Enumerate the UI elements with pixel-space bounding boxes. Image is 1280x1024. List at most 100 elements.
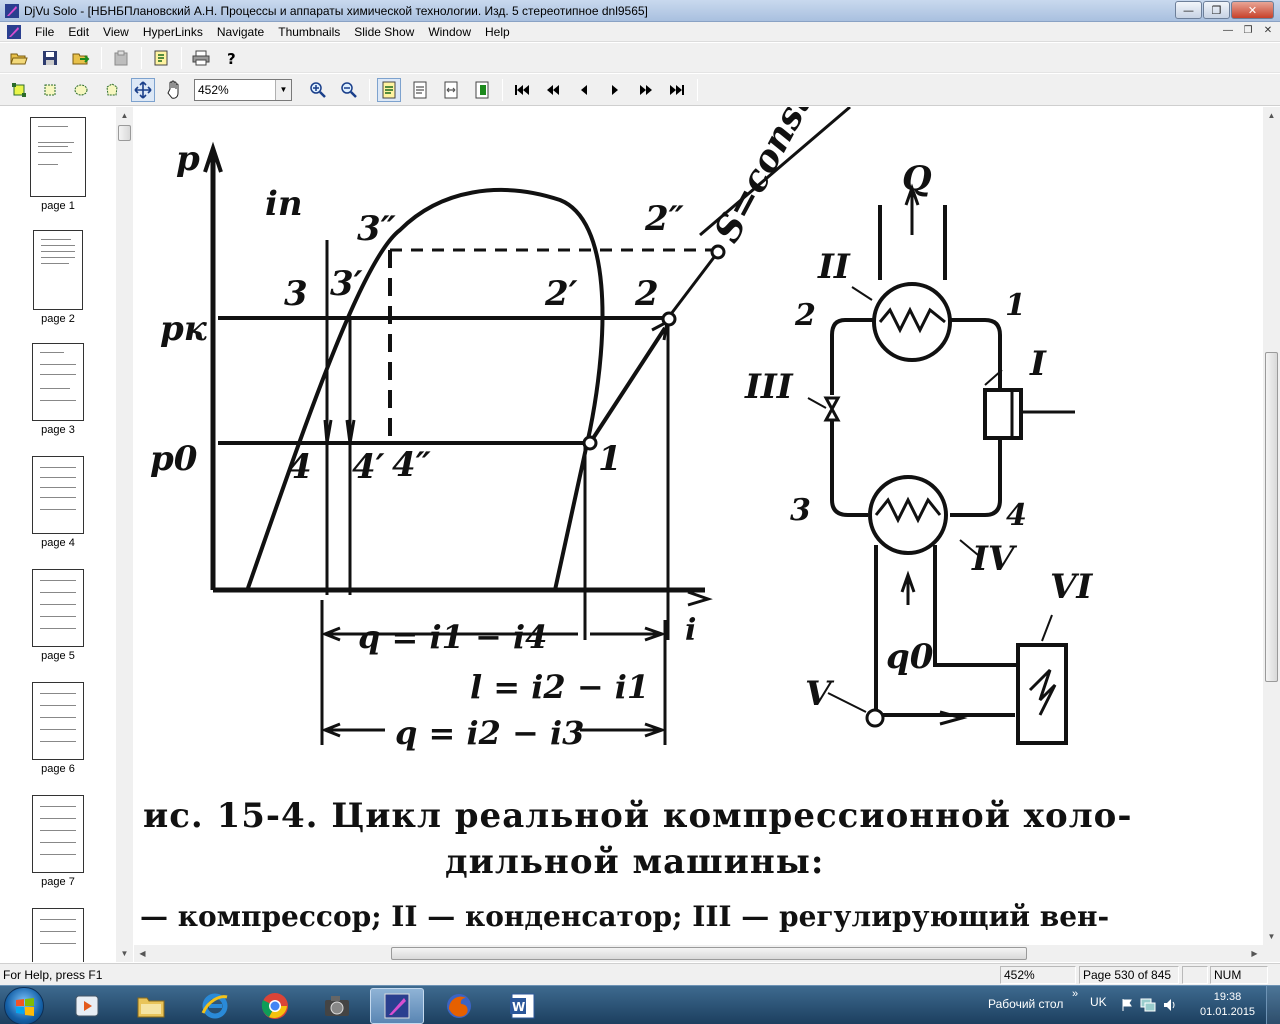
print-button[interactable] [189,46,213,70]
navigation-toolbar: 452% ▼ [0,74,1280,106]
menu-hyperlinks[interactable]: HyperLinks [136,25,210,39]
scroll-thumb[interactable] [1265,352,1278,682]
page-thumbnail[interactable] [30,117,86,197]
close-button[interactable]: ✕ [1231,1,1274,19]
thumbnail-item[interactable]: page 1 [0,117,116,212]
toolbar-chevron-icon[interactable]: » [1072,988,1078,1024]
maximize-button[interactable]: ❐ [1203,1,1230,19]
clock-time: 19:38 [1213,991,1242,1003]
document-horizontal-scrollbar[interactable]: ◀ ▶ [134,945,1263,962]
page-properties-button[interactable] [470,78,494,102]
scroll-thumb[interactable] [391,947,1027,960]
menu-help[interactable]: Help [478,25,517,39]
firefox-icon [447,994,471,1018]
thumbnail-item[interactable]: page 6 [0,682,116,775]
thumbnail-item[interactable]: page 3 [0,343,116,436]
notification-flag-icon[interactable] [1120,998,1134,1012]
select-region-button[interactable] [38,78,62,102]
toolbar-separator [181,46,182,69]
save-button[interactable] [38,46,62,70]
fit-width-button[interactable] [439,78,463,102]
word-icon: W [510,993,535,1019]
page-thumbnail[interactable] [32,343,84,421]
desktop-toolbar-label[interactable]: Рабочий стол [988,997,1063,1024]
minimize-button[interactable]: — [1175,1,1202,19]
select-rect-button[interactable] [7,78,31,102]
scroll-down-arrow-icon[interactable]: ▼ [116,945,133,962]
fit-page-button[interactable] [408,78,432,102]
scroll-thumb[interactable] [118,125,131,141]
page-thumbnail[interactable] [32,456,84,534]
chevron-down-icon[interactable]: ▼ [275,79,291,100]
taskbar-camera-app[interactable] [310,988,364,1024]
clock[interactable]: 19:38 01.01.2015 [1200,990,1255,1024]
scroll-left-arrow-icon[interactable]: ◀ [134,945,151,962]
scroll-down-arrow-icon[interactable]: ▼ [1263,928,1280,945]
zoom-dropdown[interactable]: 452% ▼ [194,78,292,101]
taskbar-djvu-solo[interactable] [370,988,424,1024]
page-thumbnail[interactable] [33,230,83,310]
thumbnail-item[interactable]: page 7 [0,795,116,888]
zoom-out-icon [341,81,357,98]
network-icon[interactable] [1140,998,1156,1012]
first-page-button[interactable] [510,78,534,102]
evaporator-loop [830,420,1002,517]
next-page-button[interactable] [603,78,627,102]
paste-button[interactable] [109,46,133,70]
taskbar-firefox[interactable] [432,988,486,1024]
thumbnail-item[interactable]: page 2 [0,230,116,325]
help-button[interactable]: ? [220,46,244,70]
taskbar-word[interactable]: W [496,988,550,1024]
mdi-minimize-button[interactable]: — [1220,24,1236,38]
page-thumbnail[interactable] [32,908,84,962]
pan-button[interactable] [131,77,155,102]
document-vertical-scrollbar[interactable]: ▲ ▼ [1263,107,1280,945]
taskbar-explorer[interactable] [124,988,178,1024]
export-button[interactable] [69,46,93,70]
fast-back-button[interactable] [541,78,565,102]
menu-window[interactable]: Window [421,25,478,39]
scroll-up-arrow-icon[interactable]: ▲ [116,107,133,124]
select-polygon-button[interactable] [100,78,124,102]
start-button[interactable] [4,987,44,1024]
show-desktop-button[interactable] [1266,986,1280,1024]
zoom-out-button[interactable] [337,78,361,102]
label-in: iп [265,184,303,224]
previous-page-button[interactable] [572,78,596,102]
page-thumbnail[interactable] [32,795,84,873]
menu-view[interactable]: View [96,25,136,39]
open-button[interactable] [7,46,31,70]
scroll-right-arrow-icon[interactable]: ▶ [1246,945,1263,962]
scroll-up-arrow-icon[interactable]: ▲ [1263,107,1280,124]
folder-icon [137,997,165,1018]
volume-icon[interactable] [1162,997,1178,1013]
menu-thumbnails[interactable]: Thumbnails [271,25,347,39]
thumbnail-item[interactable]: page 5 [0,569,116,662]
taskbar-media-player[interactable] [60,988,114,1024]
taskbar-chrome[interactable] [248,988,302,1024]
menu-navigate[interactable]: Navigate [210,25,271,39]
menu-file[interactable]: File [28,25,61,39]
mdi-restore-button[interactable]: ❐ [1240,24,1256,38]
thumbnail-scrollbar[interactable]: ▲ ▼ [116,107,133,962]
one-to-one-button[interactable] [377,77,401,102]
page-thumbnail[interactable] [32,682,84,760]
taskbar-internet-explorer[interactable] [188,988,242,1024]
mdi-close-button[interactable]: ✕ [1260,24,1276,38]
zoom-in-button[interactable] [306,78,330,102]
windows-logo-icon [16,998,34,1016]
document-icon[interactable] [6,24,22,40]
select-ellipse-button[interactable] [69,78,93,102]
thumbnail-item[interactable]: page 4 [0,456,116,549]
last-page-button[interactable] [665,78,689,102]
menu-slide-show[interactable]: Slide Show [347,25,421,39]
thumbnail-item[interactable] [0,908,116,962]
page-thumbnail[interactable] [32,569,84,647]
fast-forward-button[interactable] [634,78,658,102]
language-indicator[interactable]: UK [1090,995,1107,1024]
thumbnail-label: page 2 [41,313,75,325]
thumbnail-toggle-button[interactable] [149,46,173,70]
menu-edit[interactable]: Edit [61,25,96,39]
thumbnail-label: page 1 [41,200,75,212]
hand-tool-button[interactable] [162,78,186,102]
